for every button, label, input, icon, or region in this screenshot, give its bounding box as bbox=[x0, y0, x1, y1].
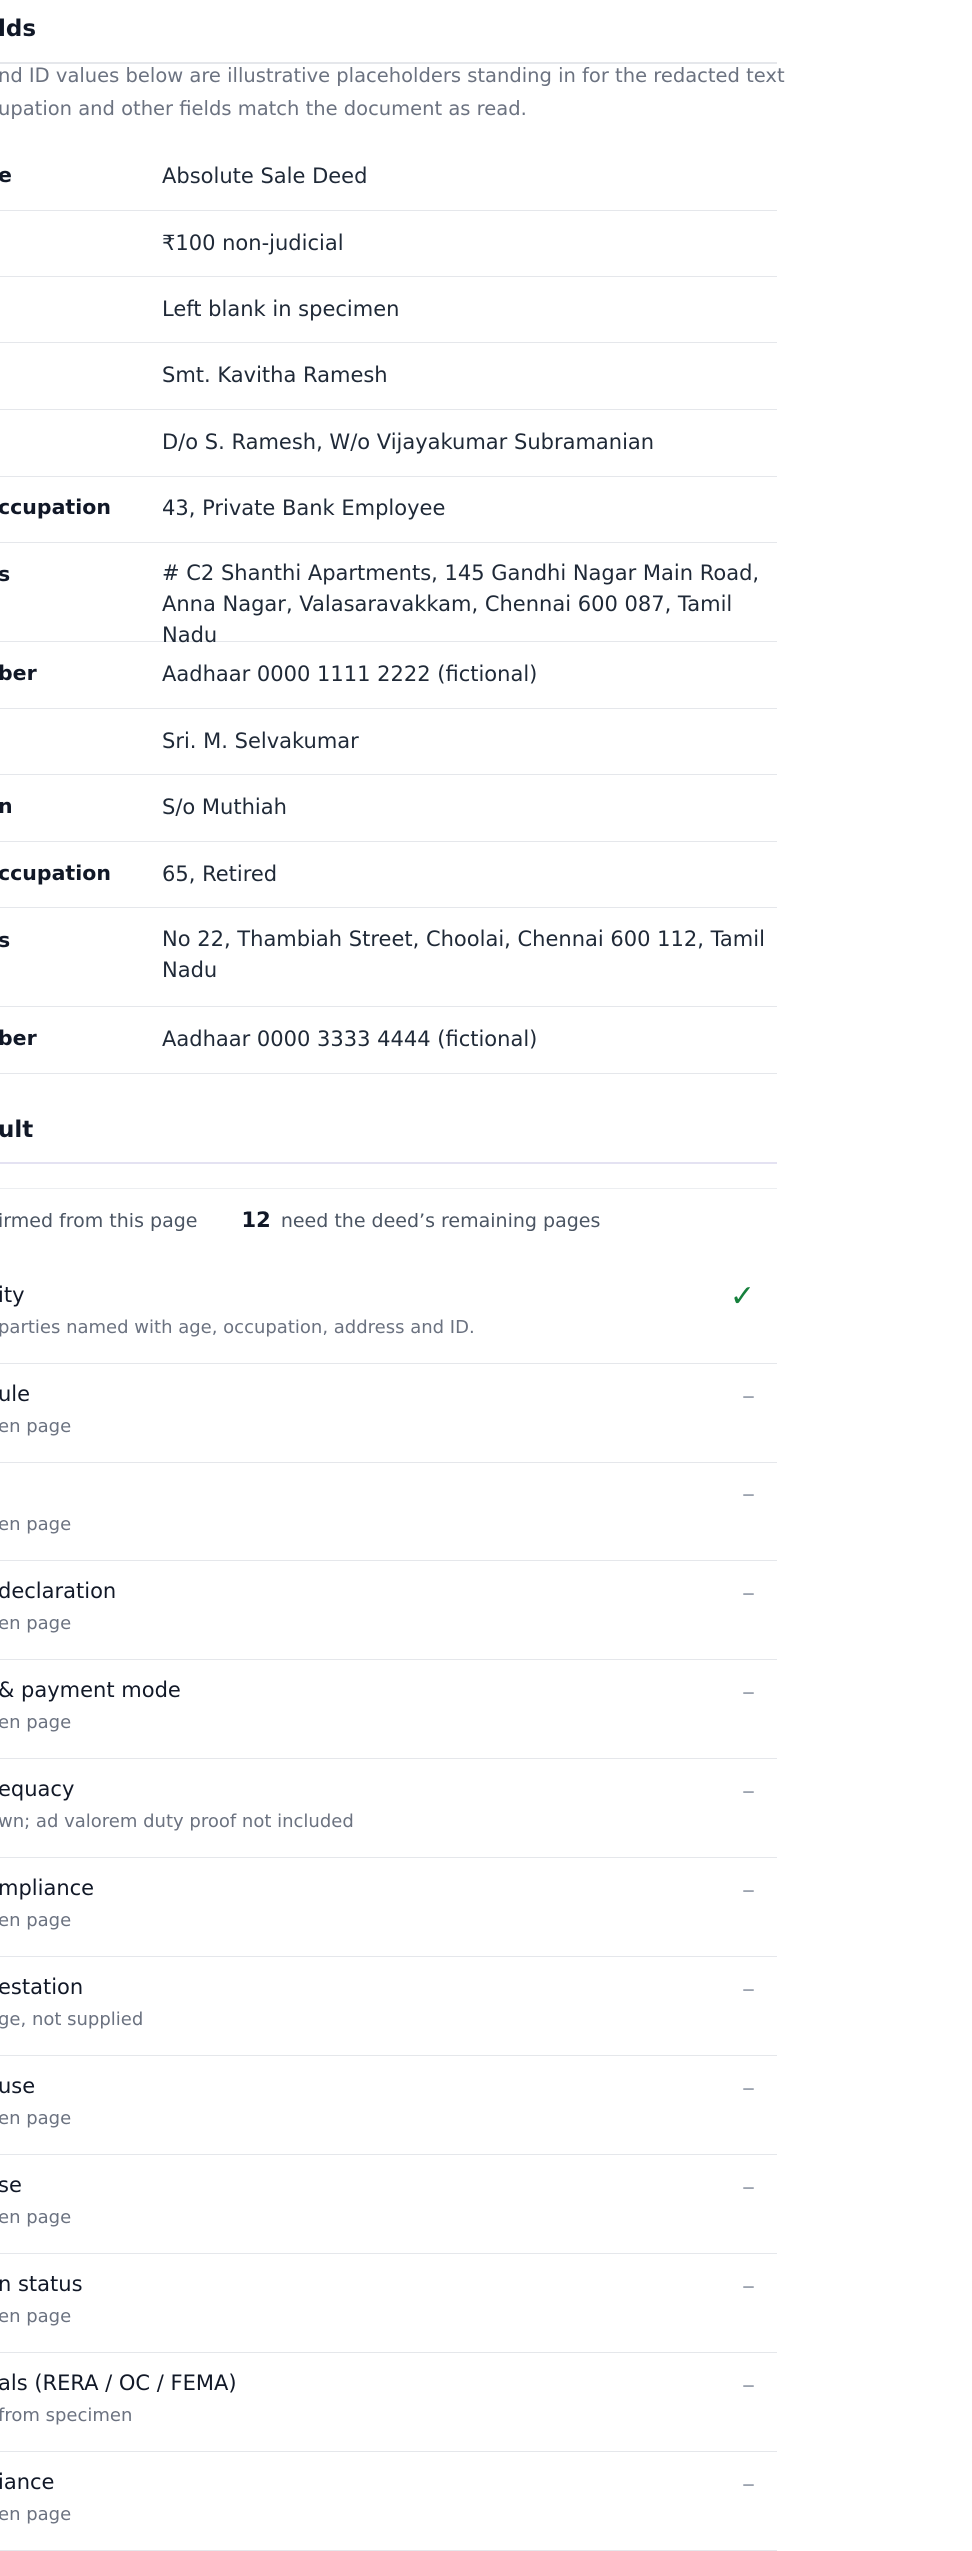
check-item: & payment mode en page – bbox=[0, 1660, 777, 1759]
field-row-seller-id: ber Aadhaar 0000 3333 4444 (fictional) bbox=[0, 1007, 777, 1074]
field-value: 65, Retired bbox=[162, 862, 278, 886]
field-row-seller-age-occupation: ccupation 65, Retired bbox=[0, 842, 777, 908]
field-value: Sri. M. Selvakumar bbox=[162, 729, 359, 753]
check-item-detail: en page bbox=[0, 2504, 72, 2525]
pending-dash-icon: – bbox=[742, 1875, 755, 1905]
check-item: n status en page – bbox=[0, 2254, 777, 2353]
field-row-buyer-age-occupation: ccupation 43, Private Bank Employee bbox=[0, 477, 777, 543]
field-label: s bbox=[0, 562, 11, 586]
field-label: ccupation bbox=[0, 861, 111, 885]
check-item: estation ge, not supplied – bbox=[0, 1957, 777, 2056]
field-value: Aadhaar 0000 1111 2222 (fictional) bbox=[162, 662, 538, 686]
result-section-title: ult bbox=[0, 1117, 34, 1143]
field-row-buyer-address: s # C2 Shanthi Apartments, 145 Gandhi Na… bbox=[0, 543, 777, 647]
check-item-title: ule bbox=[0, 1382, 31, 1406]
check-item: equacy wn; ad valorem duty proof not incl… bbox=[0, 1759, 777, 1858]
check-item-title: mpliance bbox=[0, 1876, 95, 1900]
check-item: use en page – bbox=[0, 2056, 777, 2155]
field-row-stamp-paper: ₹100 non-judicial bbox=[0, 211, 777, 277]
check-mark-icon: ✓ bbox=[729, 1279, 755, 1314]
pending-count: 12 bbox=[241, 1208, 271, 1232]
field-label: n bbox=[0, 794, 13, 818]
placeholder-note-line: nd ID values below are illustrative plac… bbox=[0, 64, 785, 87]
check-item-title: equacy bbox=[0, 1777, 75, 1801]
field-value: Left blank in specimen bbox=[162, 297, 400, 321]
check-item-detail: en page bbox=[0, 1910, 72, 1931]
check-summary: irmed from this page 12 need the deed’s … bbox=[0, 1208, 600, 1232]
field-label: e bbox=[0, 163, 12, 187]
check-item: ule en page – bbox=[0, 1364, 777, 1463]
field-value: Absolute Sale Deed bbox=[162, 164, 368, 188]
check-item-detail: en page bbox=[0, 1416, 72, 1437]
field-label: s bbox=[0, 928, 11, 952]
field-value: D/o S. Ramesh, W/o Vijayakumar Subramani… bbox=[162, 430, 655, 454]
check-item: en page – bbox=[0, 1462, 777, 1561]
field-label: ber bbox=[0, 1026, 37, 1050]
check-item-title: ity bbox=[0, 1283, 25, 1307]
check-item: als (RERA / OC / FEMA) from specimen – bbox=[0, 2353, 777, 2452]
check-item-detail: en page bbox=[0, 2207, 72, 2228]
check-item-detail: from specimen bbox=[0, 2405, 133, 2426]
pending-dash-icon: – bbox=[742, 1776, 755, 1806]
check-item: declaration en page – bbox=[0, 1561, 777, 1660]
check-item-title: se bbox=[0, 2173, 22, 2197]
check-item: se en page – bbox=[0, 2155, 777, 2254]
field-row-buyer-id: ber Aadhaar 0000 1111 2222 (fictional) bbox=[0, 642, 777, 709]
check-item-title: estation bbox=[0, 1975, 84, 1999]
field-value: S/o Muthiah bbox=[162, 795, 287, 819]
pending-dash-icon: – bbox=[742, 1578, 755, 1608]
field-row-execution-date: Left blank in specimen bbox=[0, 277, 777, 343]
field-value: No 22, Thambiah Street, Choolai, Chennai… bbox=[162, 927, 765, 982]
check-item-detail: en page bbox=[0, 1514, 72, 1535]
pending-dash-icon: – bbox=[742, 2370, 755, 2400]
field-row-buyer-name: Smt. Kavitha Ramesh bbox=[0, 343, 777, 410]
placeholder-note-line: upation and other fields match the docum… bbox=[0, 97, 527, 120]
result-title-divider bbox=[0, 1162, 777, 1164]
check-item-detail: en page bbox=[0, 2108, 72, 2129]
check-item-title: als (RERA / OC / FEMA) bbox=[0, 2371, 237, 2395]
field-row-deed-type: e Absolute Sale Deed bbox=[0, 143, 777, 211]
check-item-detail: wn; ad valorem duty proof not included bbox=[0, 1811, 354, 1832]
pending-dash-icon: – bbox=[742, 2271, 755, 2301]
field-value: Smt. Kavitha Ramesh bbox=[162, 363, 388, 387]
field-value: # C2 Shanthi Apartments, 145 Gandhi Naga… bbox=[162, 561, 760, 647]
pending-dash-icon: – bbox=[742, 1479, 755, 1509]
pending-summary-text: need the deed’s remaining pages bbox=[280, 1210, 601, 1232]
check-item-title: declaration bbox=[0, 1579, 117, 1603]
check-item-detail: en page bbox=[0, 1613, 72, 1634]
check-item: iance en page – bbox=[0, 2452, 777, 2551]
pending-dash-icon: – bbox=[742, 1677, 755, 1707]
check-item-title: & payment mode bbox=[0, 1678, 181, 1702]
pending-dash-icon: – bbox=[742, 2073, 755, 2103]
field-value: ₹100 non-judicial bbox=[162, 231, 344, 255]
field-row-seller-address: s No 22, Thambiah Street, Choolai, Chenn… bbox=[0, 908, 777, 1007]
field-label: ber bbox=[0, 661, 37, 685]
field-row-buyer-relation: D/o S. Ramesh, W/o Vijayakumar Subramani… bbox=[0, 410, 777, 477]
pending-dash-icon: – bbox=[742, 1974, 755, 2004]
check-item-title: iance bbox=[0, 2470, 55, 2494]
check-item: ity parties named with age, occupation, a… bbox=[0, 1265, 777, 1364]
pending-dash-icon: – bbox=[742, 2172, 755, 2202]
field-row-seller-name: Sri. M. Selvakumar bbox=[0, 709, 777, 775]
placeholder-note: nd ID values below are illustrative plac… bbox=[0, 59, 785, 125]
check-item-title: use bbox=[0, 2074, 36, 2098]
check-item-detail: parties named with age, occupation, addr… bbox=[0, 1317, 475, 1338]
check-item: mpliance en page – bbox=[0, 1858, 777, 1957]
pending-dash-icon: – bbox=[742, 2469, 755, 2499]
fields-section-title: lds bbox=[0, 16, 37, 42]
field-value: 43, Private Bank Employee bbox=[162, 496, 446, 520]
check-item-detail: en page bbox=[0, 2306, 72, 2327]
summary-top-divider bbox=[0, 1188, 777, 1189]
confirmed-summary-text: irmed from this page bbox=[0, 1210, 198, 1232]
pending-dash-icon: – bbox=[742, 1381, 755, 1411]
check-item-detail: en page bbox=[0, 1712, 72, 1733]
field-label: ccupation bbox=[0, 495, 111, 519]
check-item-title: n status bbox=[0, 2272, 83, 2296]
field-value: Aadhaar 0000 3333 4444 (fictional) bbox=[162, 1027, 538, 1051]
field-row-seller-relation: n S/o Muthiah bbox=[0, 775, 777, 842]
check-item-detail: ge, not supplied bbox=[0, 2009, 144, 2030]
